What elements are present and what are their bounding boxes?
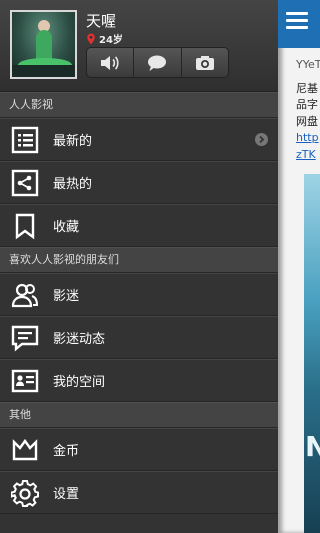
menu-item-my-space[interactable]: 我的空间 [0, 359, 278, 402]
profile-header: 天喔 24岁 [0, 0, 278, 92]
poster-image[interactable] [304, 174, 320, 533]
username: 天喔 [86, 12, 117, 30]
avatar[interactable] [10, 10, 77, 79]
message-button[interactable] [134, 48, 182, 77]
speaker-icon [101, 55, 119, 70]
menu-item-label: 最新的 [53, 134, 93, 149]
location-pin-icon [87, 33, 95, 44]
feed-bubble-icon [11, 324, 39, 352]
list-icon [11, 126, 39, 154]
users-icon [11, 281, 39, 309]
poster-image-text: N [305, 430, 320, 463]
share-icon [11, 169, 39, 197]
menu-item-label: 影迷动态 [53, 332, 106, 347]
menu-item-label: 影迷 [53, 289, 80, 304]
menu-item-favorites[interactable]: 收藏 [0, 204, 278, 247]
chevron-right-icon [255, 133, 268, 146]
menu-item-latest[interactable]: 最新的 [0, 118, 278, 161]
profile-actions [86, 47, 229, 78]
age-row: 24岁 [86, 31, 123, 46]
content-line: 尼基 [296, 82, 318, 95]
voice-button[interactable] [87, 48, 135, 77]
menu-item-label: 设置 [53, 487, 80, 502]
content-line: 网盘 [296, 115, 318, 128]
section-header-friends: 喜欢人人影视的朋友们 [0, 247, 278, 273]
content-link[interactable]: zTK [296, 148, 316, 161]
camera-icon [195, 55, 214, 70]
menu-item-coins[interactable]: 金币 [0, 428, 278, 471]
age-label: 24岁 [99, 35, 123, 46]
gear-icon [11, 479, 39, 507]
bookmark-icon [11, 212, 39, 240]
chat-bubble-icon [148, 55, 167, 71]
navigation-drawer: 天喔 24岁 人人影视 最新的 最热的 收藏 喜欢人人影视的朋友们 影迷 影迷动… [0, 0, 278, 533]
menu-item-settings[interactable]: 设置 [0, 471, 278, 514]
menu-item-fan-feed[interactable]: 影迷动态 [0, 316, 278, 359]
menu-item-fans[interactable]: 影迷 [0, 273, 278, 316]
top-action-bar [278, 0, 320, 48]
menu-item-label: 金币 [53, 444, 80, 459]
section-header-renren: 人人影视 [0, 92, 278, 118]
menu-item-hottest[interactable]: 最热的 [0, 161, 278, 204]
camera-button[interactable] [182, 48, 228, 77]
id-card-icon [11, 367, 39, 395]
hamburger-menu-button[interactable] [286, 12, 308, 34]
menu-item-label: 最热的 [53, 177, 93, 192]
section-header-other: 其他 [0, 402, 278, 428]
crown-icon [11, 436, 39, 464]
content-line: 品字 [296, 98, 318, 111]
content-line: YYeT [296, 58, 320, 71]
content-link[interactable]: http [296, 131, 319, 144]
main-content-pane[interactable]: YYeT 尼基 品字 网盘 http zTK N [278, 0, 320, 533]
menu-item-label: 收藏 [53, 220, 80, 235]
menu-item-label: 我的空间 [53, 375, 106, 390]
